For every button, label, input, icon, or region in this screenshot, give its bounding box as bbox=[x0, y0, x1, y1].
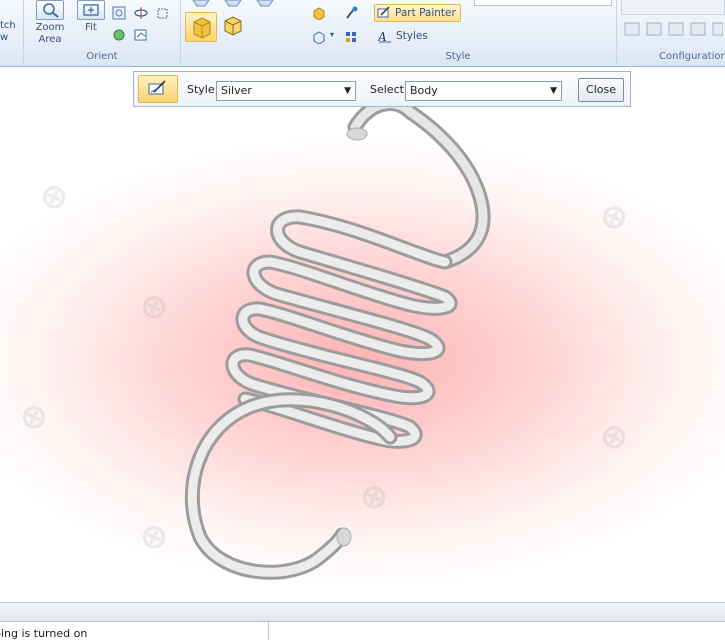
part-painter-icon bbox=[148, 80, 166, 95]
look-at-icon[interactable] bbox=[112, 28, 126, 42]
configuration-box bbox=[621, 0, 725, 15]
ribbon-group-orient: Zoom Area Fit Orient bbox=[24, 0, 181, 64]
shaded-edges-icon[interactable] bbox=[221, 14, 245, 38]
part-painter-command-bar: Style: Silver ▼ Select: Body ▼ Close bbox=[133, 71, 631, 107]
view-cube-icon[interactable] bbox=[156, 6, 170, 20]
ribbon-group-style: Part Painter ▾ A Styles Style bbox=[300, 0, 617, 64]
styles-icon: A bbox=[378, 30, 391, 43]
part-painter-command-button[interactable] bbox=[138, 75, 178, 103]
styles-button[interactable]: A Styles bbox=[378, 29, 428, 43]
orient-group-label: Orient bbox=[86, 51, 118, 62]
style-dropdown-partial[interactable] bbox=[474, 0, 612, 6]
shaded-view-icon bbox=[193, 17, 211, 39]
zoom-label-1: Zoom bbox=[35, 22, 65, 33]
select-select-value: Body bbox=[410, 84, 438, 97]
status-divider bbox=[268, 621, 269, 640]
chevron-down-icon: ▼ bbox=[550, 86, 557, 96]
horizontal-scrollbar[interactable] bbox=[0, 602, 725, 622]
rotate-icon[interactable] bbox=[134, 6, 148, 20]
part-painter-icon bbox=[377, 6, 390, 18]
ribbon-group-view-styles bbox=[181, 0, 299, 64]
shaded-view-button[interactable] bbox=[185, 12, 217, 42]
ribbon-group-configuration: Configuration bbox=[617, 0, 725, 64]
cube-wireframe-icon[interactable] bbox=[312, 30, 326, 44]
fit-icon bbox=[77, 0, 105, 20]
dropdown-arrow-icon[interactable]: ▾ bbox=[330, 30, 334, 39]
paint-icon[interactable] bbox=[344, 6, 358, 20]
view-orient-icon[interactable] bbox=[112, 6, 126, 20]
partial-label-2: w bbox=[0, 32, 9, 43]
select-label: Select: bbox=[370, 83, 408, 96]
chevron-down-icon: ▼ bbox=[344, 86, 351, 96]
partial-label-1: tch bbox=[0, 20, 16, 31]
part-painter-label: Part Painter bbox=[395, 7, 456, 19]
grid-icon[interactable] bbox=[344, 30, 358, 44]
configuration-icons[interactable] bbox=[623, 20, 723, 38]
graphics-viewport[interactable]: ⊕ ⊕ ⊕ ⊕ ⊕ ⊕ ⊕ bbox=[0, 67, 725, 602]
view-style-row-top[interactable] bbox=[189, 0, 289, 8]
zoom-area-button[interactable]: Zoom Area bbox=[32, 0, 68, 46]
close-button[interactable]: Close bbox=[578, 78, 624, 102]
spring-model[interactable] bbox=[0, 67, 725, 602]
ribbon: tch w Zoom Area Fit Orient Part Painter … bbox=[0, 0, 725, 67]
material-icon[interactable] bbox=[312, 6, 326, 20]
zoom-label-2: Area bbox=[38, 34, 62, 45]
style-group-label: Style bbox=[445, 51, 471, 62]
styles-label: Styles bbox=[396, 30, 428, 42]
style-label: Style: bbox=[187, 83, 219, 96]
ribbon-group-partial: tch w bbox=[0, 0, 24, 64]
style-select[interactable]: Silver ▼ bbox=[216, 81, 356, 101]
fit-button[interactable]: Fit bbox=[76, 0, 106, 34]
style-select-value: Silver bbox=[221, 84, 252, 97]
part-painter-button[interactable]: Part Painter bbox=[374, 4, 461, 22]
select-select[interactable]: Body ▼ bbox=[405, 81, 562, 101]
zoom-area-icon bbox=[36, 0, 64, 20]
svg-text:A: A bbox=[378, 30, 387, 43]
configuration-group-label: Configuration bbox=[659, 51, 725, 62]
fit-label: Fit bbox=[85, 22, 97, 33]
save-view-icon[interactable] bbox=[134, 28, 148, 42]
partial-button[interactable]: tch w bbox=[0, 20, 20, 44]
status-message: ping is turned on bbox=[0, 627, 88, 640]
